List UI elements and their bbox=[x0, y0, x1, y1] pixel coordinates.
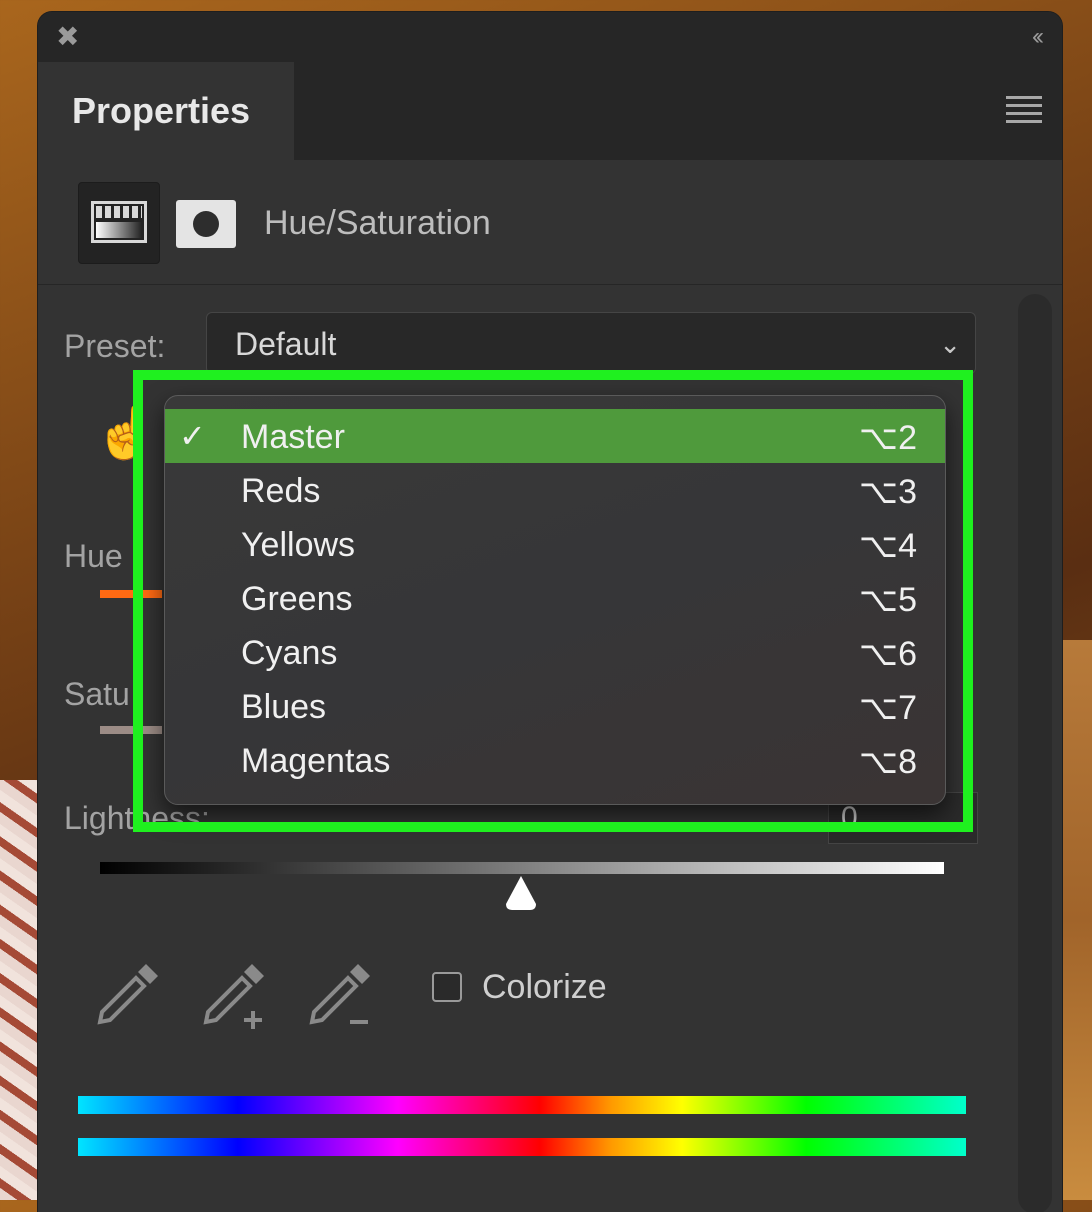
output-color-spectrum bbox=[78, 1138, 966, 1156]
eyedropper-icon[interactable] bbox=[88, 954, 168, 1034]
adjustment-title: Hue/Saturation bbox=[264, 204, 491, 242]
scrollbar[interactable] bbox=[1018, 294, 1052, 1212]
lightness-slider-thumb[interactable] bbox=[502, 874, 540, 912]
lightness-slider-track[interactable] bbox=[100, 862, 944, 874]
tab-properties[interactable]: Properties bbox=[38, 62, 294, 160]
adjustment-header: Hue/Saturation bbox=[38, 160, 1062, 285]
preset-label: Preset: bbox=[64, 328, 166, 364]
close-x-icon[interactable]: ✖ bbox=[56, 22, 79, 52]
hue-saturation-icon bbox=[91, 201, 147, 243]
adjustment-layer-button[interactable] bbox=[78, 182, 160, 264]
chevron-down-icon: ⌄ bbox=[939, 329, 961, 359]
hamburger-menu-icon[interactable] bbox=[1006, 96, 1042, 128]
preset-value: Default bbox=[235, 326, 337, 362]
hue-label: Hue bbox=[64, 538, 123, 574]
background-photo-right bbox=[1060, 640, 1092, 1200]
preset-select[interactable]: Default ⌄ bbox=[206, 312, 976, 374]
panel-tab-row: Properties bbox=[38, 62, 1062, 160]
eyedropper-plus-icon[interactable] bbox=[194, 954, 274, 1034]
saturation-label: Satu bbox=[64, 676, 130, 712]
background-photo-left bbox=[0, 780, 40, 1200]
panel-titlebar: ✖ ‹‹ bbox=[38, 12, 1062, 62]
colorize-label: Colorize bbox=[482, 968, 607, 1006]
eyedropper-minus-icon[interactable] bbox=[300, 954, 380, 1034]
input-color-spectrum bbox=[78, 1096, 966, 1114]
eyedropper-tools bbox=[88, 954, 388, 1044]
layer-mask-icon[interactable] bbox=[176, 200, 236, 248]
colorize-checkbox[interactable] bbox=[432, 972, 462, 1002]
annotation-highlight-box bbox=[133, 370, 973, 832]
double-chevron-left-icon[interactable]: ‹‹ bbox=[1032, 22, 1044, 52]
